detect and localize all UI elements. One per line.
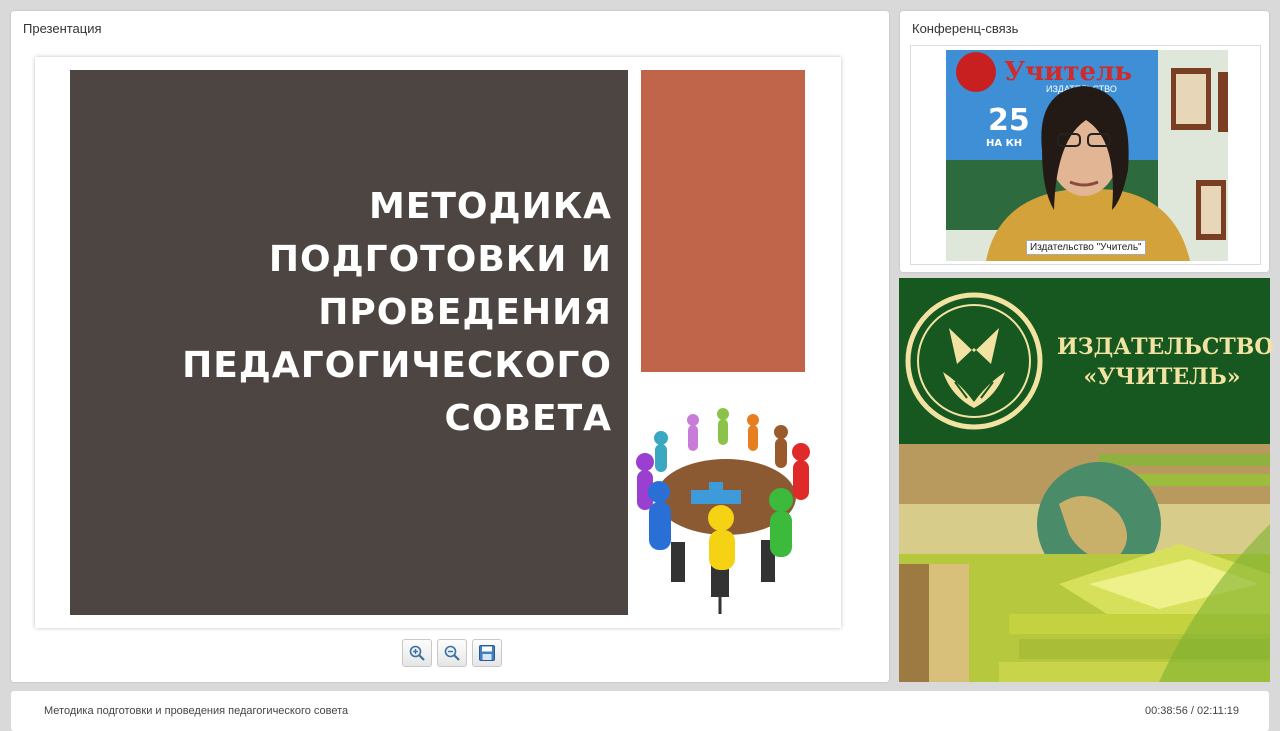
backdrop-text: НА КН xyxy=(986,138,1022,149)
presentation-toolbar xyxy=(402,639,502,667)
video-caption: Издательство "Учитель" xyxy=(1026,240,1146,255)
backdrop-sign: Учитель xyxy=(1004,57,1132,87)
conference-panel-title: Конференц-связь xyxy=(912,21,1019,36)
presentation-panel-title: Презентация xyxy=(23,21,102,36)
zoom-in-icon xyxy=(409,645,425,661)
save-icon xyxy=(479,645,495,661)
slide-title: МЕТОДИКА ПОДГОТОВКИ И ПРОВЕДЕНИЯ ПЕДАГОГ… xyxy=(182,186,612,439)
slide-accent-block xyxy=(641,70,805,372)
video-scene: Учитель ИЗДАТЕЛЬСТВО 25 НА КН xyxy=(946,50,1228,261)
footer-bar: Методика подготовки и проведения педагог… xyxy=(11,691,1269,731)
publisher-banner: ИЗДАТЕЛЬСТВО «УЧИТЕЛЬ» xyxy=(899,278,1274,444)
save-button[interactable] xyxy=(472,639,502,667)
slide-dark-panel: МЕТОДИКА ПОДГОТОВКИ И ПРОВЕДЕНИЯ ПЕДАГОГ… xyxy=(70,70,628,615)
zoom-in-button[interactable] xyxy=(402,639,432,667)
video-frame[interactable]: Учитель ИЗДАТЕЛЬСТВО 25 НА КН Издательст… xyxy=(910,45,1261,265)
publisher-logo xyxy=(905,292,1043,430)
zoom-out-icon xyxy=(444,645,460,661)
conference-panel: Конференц-связь Учитель ИЗДАТЕЛЬСТВО 25 … xyxy=(900,11,1269,272)
publisher-title: ИЗДАТЕЛЬСТВО «УЧИТЕЛЬ» xyxy=(1057,334,1274,390)
playback-time: 00:38:56 / 02:11:19 xyxy=(1145,705,1239,717)
presentation-panel: Презентация МЕТОДИКА ПОДГОТОВКИ И ПРОВЕД… xyxy=(11,11,889,682)
video-stream: Учитель ИЗДАТЕЛЬСТВО 25 НА КН Издательст… xyxy=(946,50,1228,261)
books-image xyxy=(899,444,1270,682)
backdrop-number: 25 xyxy=(988,103,1030,138)
slide: МЕТОДИКА ПОДГОТОВКИ И ПРОВЕДЕНИЯ ПЕДАГОГ… xyxy=(35,57,841,628)
footer-title: Методика подготовки и проведения педагог… xyxy=(44,705,349,717)
zoom-out-button[interactable] xyxy=(437,639,467,667)
round-table-illustration xyxy=(636,408,810,614)
